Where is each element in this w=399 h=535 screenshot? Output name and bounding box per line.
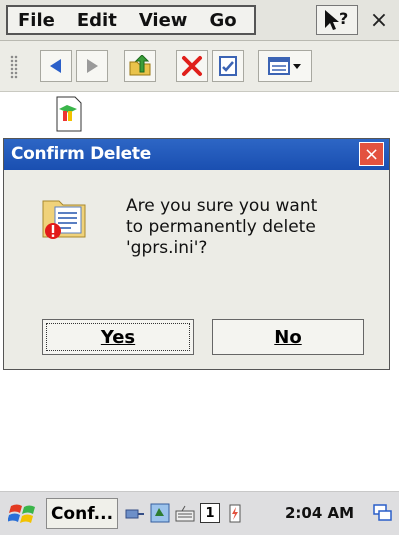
list-view-icon <box>268 57 290 75</box>
dialog-title: Confirm Delete <box>11 144 151 164</box>
close-icon: × <box>369 7 389 33</box>
dialog-title-bar[interactable]: Confirm Delete × <box>4 139 389 170</box>
delete-x-icon <box>182 56 202 76</box>
menu-go[interactable]: Go <box>199 10 248 31</box>
dialog-message-line: Are you sure you want <box>126 196 318 216</box>
toolbar-grip[interactable] <box>10 55 18 79</box>
task-label: Conf... <box>50 503 114 524</box>
close-icon: × <box>363 143 380 165</box>
no-button-label: No <box>274 326 302 348</box>
toolbar <box>0 41 399 92</box>
back-arrow-icon <box>50 59 61 73</box>
network-icon[interactable] <box>124 502 146 524</box>
properties-button[interactable] <box>212 50 244 82</box>
file-icon[interactable] <box>47 95 87 133</box>
input-mode-indicator[interactable]: 1 <box>200 503 220 523</box>
dialog-message-line: to permanently delete <box>126 217 316 237</box>
dialog-close-button[interactable]: × <box>359 142 384 166</box>
help-button[interactable]: ? <box>316 5 358 35</box>
input-mode-label: 1 <box>205 505 215 521</box>
menu-bar: File Edit View Go ? × <box>0 0 399 41</box>
delete-warning-icon <box>37 189 93 245</box>
confirm-delete-dialog: Confirm Delete × Are you sure you want t… <box>3 138 390 370</box>
up-folder-button[interactable] <box>124 50 156 82</box>
up-folder-icon <box>129 55 151 76</box>
no-button[interactable]: No <box>212 319 364 355</box>
yes-button-label: Yes <box>100 326 136 348</box>
ini-file-icon <box>56 96 82 132</box>
dialog-message: Are you sure you want to permanently del… <box>126 196 366 259</box>
battery-icon[interactable] <box>224 502 246 524</box>
view-menu-button[interactable] <box>258 50 312 82</box>
forward-button[interactable] <box>76 50 108 82</box>
properties-icon <box>219 56 237 76</box>
sync-icon[interactable] <box>149 502 171 524</box>
pointer-help-icon: ? <box>325 9 348 30</box>
menu-edit[interactable]: Edit <box>67 10 129 31</box>
taskbar-task-confirm[interactable]: Conf... <box>46 498 118 529</box>
yes-button[interactable]: Yes <box>42 319 194 355</box>
chevron-down-icon <box>293 64 301 69</box>
windows-flag-icon <box>7 504 35 523</box>
menu-box: File Edit View Go <box>6 5 256 35</box>
back-button[interactable] <box>40 50 72 82</box>
show-desktop-icon[interactable] <box>372 502 394 524</box>
start-button[interactable] <box>7 500 38 528</box>
delete-button[interactable] <box>176 50 208 82</box>
menu-view[interactable]: View <box>129 10 200 31</box>
taskbar: Conf... 1 2:04 AM <box>0 491 399 535</box>
keyboard-icon[interactable] <box>174 502 196 524</box>
close-window-button[interactable]: × <box>364 5 394 35</box>
forward-arrow-icon <box>87 59 98 73</box>
clock[interactable]: 2:04 AM <box>285 504 354 522</box>
svg-text:?: ? <box>339 9 348 28</box>
dialog-message-line: 'gprs.ini'? <box>126 238 208 258</box>
menu-file[interactable]: File <box>8 10 67 31</box>
